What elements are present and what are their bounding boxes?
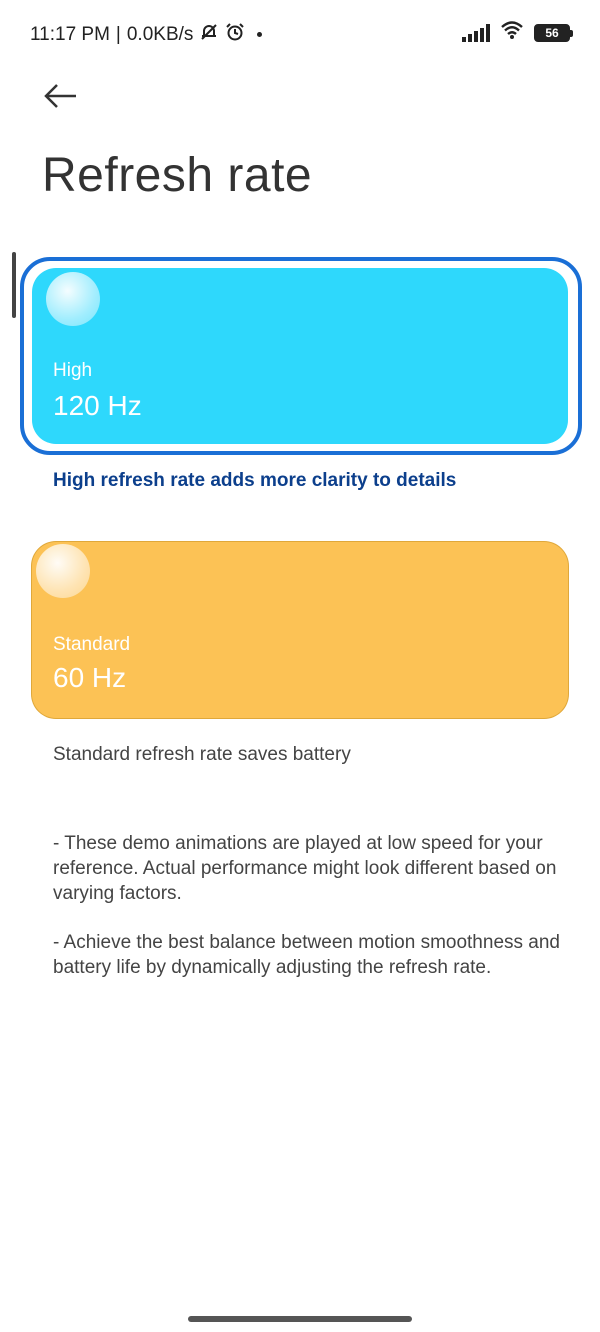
status-right: 56 bbox=[462, 20, 573, 45]
demo-animation-ball bbox=[36, 544, 90, 598]
demo-animation-ball bbox=[46, 272, 100, 326]
standard-refresh-rate-option[interactable]: Standard 60 Hz bbox=[32, 542, 568, 718]
standard-option-description: Standard refresh rate saves battery bbox=[53, 744, 351, 765]
high-option-description: High refresh rate adds more clarity to d… bbox=[53, 470, 457, 491]
option-label: High bbox=[53, 360, 93, 381]
battery-icon: 56 bbox=[534, 23, 573, 42]
option-value: 60 Hz bbox=[53, 662, 127, 693]
option-value: 120 Hz bbox=[53, 390, 142, 421]
status-left: 11:17 PM | 0.0KB/s bbox=[30, 22, 263, 47]
wifi-icon bbox=[500, 20, 524, 45]
refresh-rate-screen: 11:17 PM | 0.0KB/s 56 Refresh rate High … bbox=[0, 0, 600, 1332]
network-speed: 0.0KB/s bbox=[126, 23, 194, 45]
balance-note: - Achieve the best balance between motio… bbox=[53, 932, 560, 978]
status-time: 11:17 PM bbox=[30, 23, 110, 45]
demo-note: - These demo animations are played at lo… bbox=[53, 833, 557, 904]
scroll-indicator bbox=[12, 252, 16, 318]
status-separator: | bbox=[115, 23, 121, 45]
signal-icon bbox=[462, 23, 490, 42]
option-label: Standard bbox=[53, 634, 131, 655]
home-indicator[interactable] bbox=[188, 1316, 412, 1322]
mute-bell-icon bbox=[199, 22, 219, 47]
page-title: Refresh rate bbox=[42, 149, 313, 202]
arrow-left-icon bbox=[44, 84, 76, 108]
high-refresh-rate-option[interactable]: High 120 Hz bbox=[32, 268, 568, 444]
dot-icon bbox=[257, 32, 263, 37]
back-button[interactable] bbox=[36, 76, 84, 116]
status-bar: 11:17 PM | 0.0KB/s 56 bbox=[0, 0, 600, 64]
alarm-icon bbox=[225, 22, 245, 47]
